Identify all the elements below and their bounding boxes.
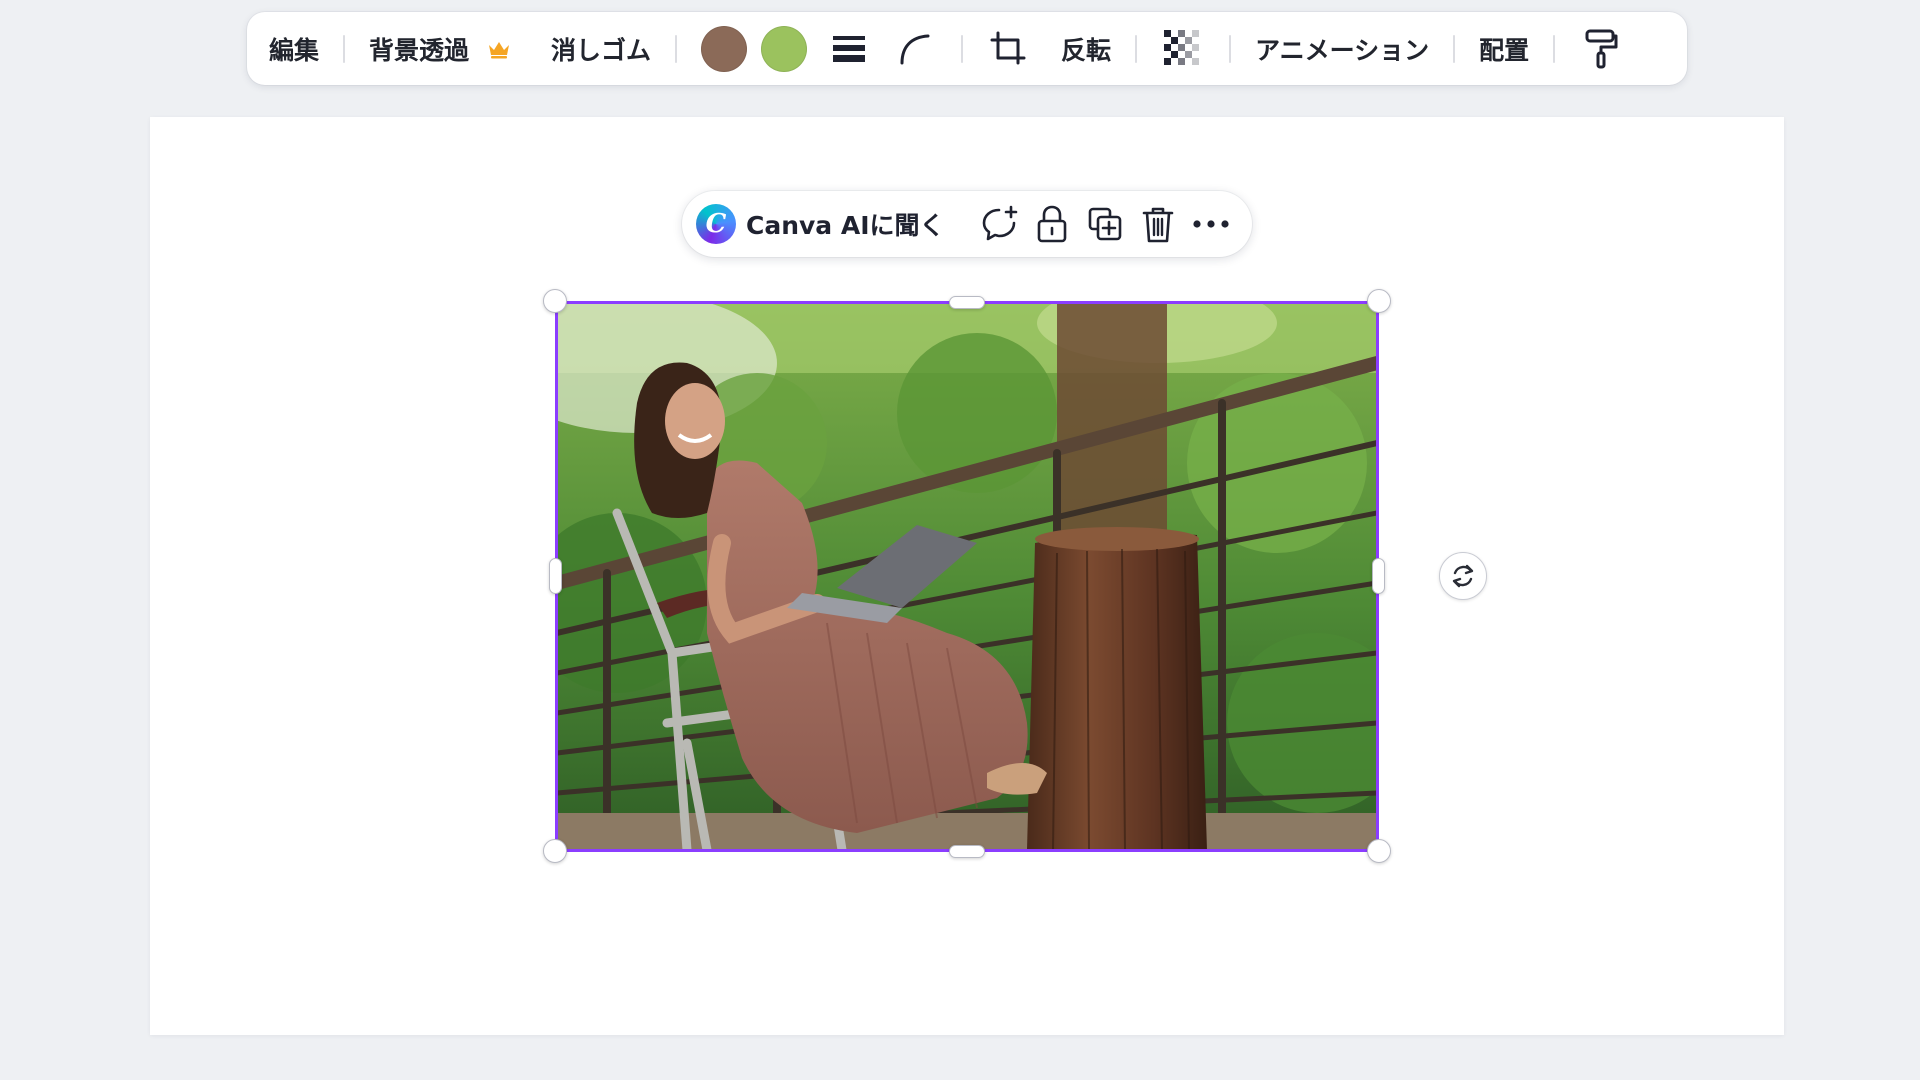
arrange-label: 配置	[1479, 35, 1530, 65]
ask-canva-ai-button[interactable]: C Canva AIに聞く	[696, 204, 945, 244]
selected-photo[interactable]	[557, 303, 1377, 850]
color-swatch-green-fill	[761, 25, 808, 72]
photo-illustration	[557, 303, 1377, 850]
editor-toolbar: 編集 背景透過 消しゴム 反転 アニメーション 配置	[247, 12, 1687, 85]
ask-canva-ai-label: Canva AIに聞く	[746, 211, 945, 240]
animation-button[interactable]: アニメーション	[1255, 23, 1429, 75]
element-context-bar: C Canva AIに聞く	[682, 191, 1252, 257]
resize-handle-bottom-right[interactable]	[1367, 839, 1391, 863]
line-weight-icon[interactable]	[827, 23, 871, 75]
canva-ai-logo-letter: C	[705, 209, 727, 239]
eraser-button[interactable]: 消しゴム	[551, 23, 651, 75]
more-icon[interactable]	[1185, 198, 1238, 250]
background-remover-label: 背景透過	[369, 35, 470, 65]
toolbar-divider	[1135, 34, 1138, 63]
toolbar-divider	[1553, 34, 1556, 63]
crop-icon[interactable]	[987, 23, 1031, 75]
resize-handle-top-right[interactable]	[1367, 289, 1391, 313]
lock-icon[interactable]	[1026, 198, 1079, 250]
toolbar-divider	[343, 34, 346, 63]
resize-handle-bottom[interactable]	[949, 845, 985, 858]
trash-icon[interactable]	[1132, 198, 1185, 250]
add-comment-icon[interactable]	[973, 198, 1026, 250]
flip-button[interactable]: 反転	[1061, 23, 1111, 75]
toolbar-divider	[1453, 34, 1456, 63]
corner-rounding-icon[interactable]	[893, 23, 937, 75]
resize-handle-bottom-left[interactable]	[543, 839, 567, 863]
resize-handle-top-left[interactable]	[543, 289, 567, 313]
background-remover-button[interactable]: 背景透過	[369, 23, 511, 75]
color-swatch-green[interactable]	[761, 23, 808, 75]
canva-ai-logo-icon: C	[696, 204, 736, 244]
toolbar-divider	[675, 34, 678, 63]
toolbar-divider	[1229, 34, 1232, 63]
paint-roller-icon[interactable]	[1579, 23, 1623, 75]
resize-handle-top[interactable]	[949, 296, 985, 309]
resize-handle-left[interactable]	[549, 558, 562, 594]
toolbar-divider	[961, 34, 964, 63]
edit-button[interactable]: 編集	[269, 23, 319, 75]
eraser-label: 消しゴム	[551, 35, 652, 65]
duplicate-icon[interactable]	[1079, 198, 1132, 250]
transparency-icon[interactable]	[1161, 23, 1205, 75]
edit-label: 編集	[269, 35, 320, 65]
resize-handle-right[interactable]	[1372, 558, 1385, 594]
flip-label: 反転	[1061, 35, 1112, 65]
rotate-icon[interactable]	[1439, 552, 1487, 600]
crown-icon	[487, 39, 511, 59]
color-swatch-brown[interactable]	[701, 23, 748, 75]
color-swatch-brown-fill	[701, 25, 748, 72]
arrange-button[interactable]: 配置	[1479, 23, 1529, 75]
animation-label: アニメーション	[1255, 35, 1430, 65]
